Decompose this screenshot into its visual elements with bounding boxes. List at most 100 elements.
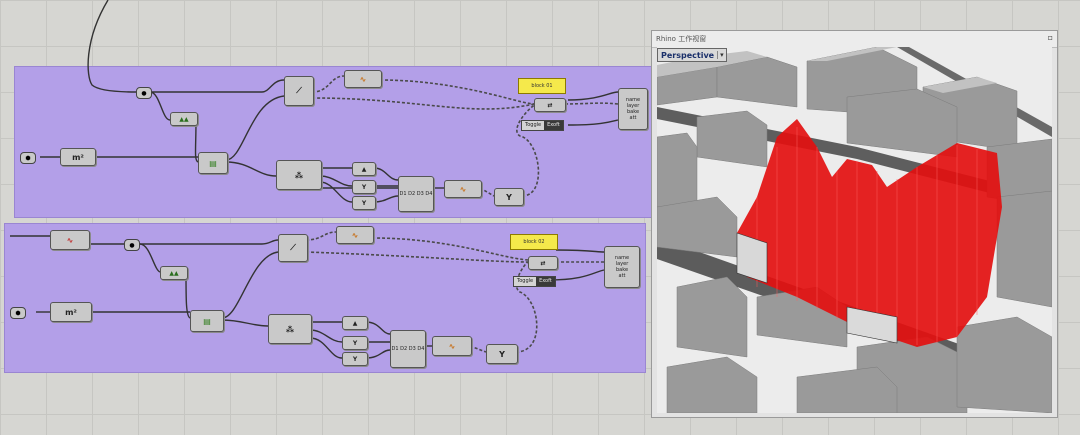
- viewport-tab-label: Perspective: [661, 50, 715, 60]
- area-icon: ▲▲: [169, 269, 179, 277]
- viewport-tab[interactable]: Perspective ▾: [657, 48, 727, 62]
- extrude-component-b[interactable]: ▤: [190, 310, 224, 332]
- wire: [373, 195, 399, 203]
- surface-icon: m²: [65, 307, 77, 317]
- wire: [555, 249, 605, 253]
- split-icon: ⁂: [285, 324, 295, 334]
- merge-component-b[interactable]: D1 D2 D3 D4: [390, 330, 426, 368]
- merge-label: D1 D2 D3 D4: [391, 346, 425, 352]
- domain-component-b3[interactable]: Y: [342, 352, 368, 366]
- tree-component[interactable]: Y: [494, 188, 524, 206]
- toggle-label: Toggle: [514, 277, 537, 286]
- wire-dashed: [305, 251, 529, 263]
- wire-dashed: [479, 187, 495, 197]
- wire: [373, 167, 399, 181]
- toggle-top[interactable]: Toggle Exoft: [521, 120, 564, 131]
- wire-dashed: [516, 103, 540, 197]
- graph-mapper-component-b[interactable]: ∿: [336, 226, 374, 244]
- extrude-icon: ▤: [209, 158, 217, 168]
- line-icon: ⟋: [290, 243, 296, 252]
- building: [996, 190, 1052, 308]
- wire: [225, 95, 285, 161]
- bake-switch-component[interactable]: ⇄: [534, 98, 566, 112]
- wire: [150, 79, 285, 93]
- domain-component-b1[interactable]: ▲: [342, 316, 368, 330]
- area-component[interactable]: ▲▲: [170, 112, 198, 126]
- wire-layer: [10, 0, 619, 359]
- building: [657, 196, 738, 258]
- extrude-component[interactable]: ▤: [198, 152, 228, 174]
- chevron-down-icon[interactable]: ▾: [717, 51, 726, 59]
- tree-component-b[interactable]: Y: [486, 344, 518, 364]
- surface-area-component-b[interactable]: m²: [50, 302, 92, 322]
- area-icon: ▲▲: [179, 115, 189, 123]
- tree-icon: Y: [506, 192, 512, 202]
- viewport-titlebar: Rhino 工作视窗 ▫: [652, 31, 1057, 48]
- area-component-b[interactable]: ▲▲: [160, 266, 188, 280]
- graph-icon: ∿: [459, 184, 467, 194]
- merge-component[interactable]: D1 D2 D3 D4: [398, 176, 434, 212]
- domain-component-1[interactable]: ▲: [352, 162, 376, 176]
- split-component[interactable]: ⁂: [276, 160, 322, 190]
- wire-dashed: [469, 345, 487, 353]
- merge-label: D1 D2 D3 D4: [399, 191, 433, 197]
- panel-text: block 02: [523, 239, 545, 245]
- wire: [221, 319, 269, 327]
- extrude-icon: ▤: [203, 316, 211, 326]
- tree-icon: Y: [352, 355, 358, 363]
- graph-icon: ∿: [66, 235, 74, 245]
- graph-component-b2[interactable]: ∿: [432, 336, 472, 356]
- wire: [149, 91, 171, 121]
- tree-icon: Y: [361, 183, 367, 191]
- rhino-viewport[interactable]: Rhino 工作视窗 ▫ Perspective ▾: [651, 30, 1058, 418]
- domain-component-3[interactable]: Y: [352, 196, 376, 210]
- wire: [567, 119, 619, 126]
- wire: [567, 91, 619, 101]
- graph-mapper-component[interactable]: ∿: [344, 70, 382, 88]
- bake-component-top[interactable]: name layer bake att: [618, 88, 648, 130]
- graph-icon: ∿: [448, 341, 456, 351]
- relay-node[interactable]: ●: [136, 87, 152, 99]
- wire: [87, 0, 137, 93]
- domain-component-2[interactable]: Y: [352, 180, 376, 194]
- tree-icon: Y: [352, 339, 358, 347]
- building: [956, 316, 1052, 413]
- wire: [365, 321, 391, 335]
- block-panel-bottom[interactable]: block 02: [510, 234, 558, 250]
- maximize-icon[interactable]: ▫: [1048, 33, 1053, 42]
- toggle-value: Exoft: [544, 121, 563, 130]
- wire-dashed: [305, 231, 337, 241]
- graph-icon: ∿: [351, 230, 359, 240]
- relay-node-b[interactable]: ●: [124, 239, 140, 251]
- number-input-node[interactable]: ⬢: [20, 152, 36, 164]
- bake-input: att: [629, 115, 637, 121]
- tree-icon: Y: [499, 349, 505, 359]
- domain-component-b2[interactable]: Y: [342, 336, 368, 350]
- perspective-scene[interactable]: [657, 47, 1052, 413]
- bake-switch-component-b[interactable]: ⇄: [528, 256, 558, 270]
- wire-dashed: [379, 79, 535, 105]
- toggle-bottom[interactable]: Toggle Exoft: [513, 276, 556, 287]
- swap-icon: ⇄: [540, 259, 546, 267]
- split-component-b[interactable]: ⁂: [268, 314, 312, 344]
- building: [696, 110, 768, 168]
- wire-dashed: [559, 102, 619, 105]
- bake-input: att: [618, 273, 626, 279]
- triangle-icon: ▲: [352, 319, 358, 327]
- bake-component-bottom[interactable]: name layer bake att: [604, 246, 640, 288]
- wire: [365, 349, 391, 359]
- graph-component-b0[interactable]: ∿: [50, 230, 90, 250]
- number-input-node-b[interactable]: ⬢: [10, 307, 26, 319]
- line-component[interactable]: ⟋: [284, 76, 314, 106]
- line-component-b[interactable]: ⟋: [278, 234, 308, 262]
- wire: [225, 161, 277, 177]
- graph-component-2[interactable]: ∿: [444, 180, 482, 198]
- surface-icon: m²: [72, 152, 84, 162]
- surface-area-component[interactable]: m²: [60, 148, 96, 166]
- block-panel-top[interactable]: block 01: [518, 78, 566, 94]
- wire: [547, 269, 605, 281]
- line-icon: ⟋: [296, 86, 302, 95]
- panel-text: block 01: [531, 83, 553, 89]
- wire: [221, 251, 279, 319]
- wire: [319, 175, 353, 187]
